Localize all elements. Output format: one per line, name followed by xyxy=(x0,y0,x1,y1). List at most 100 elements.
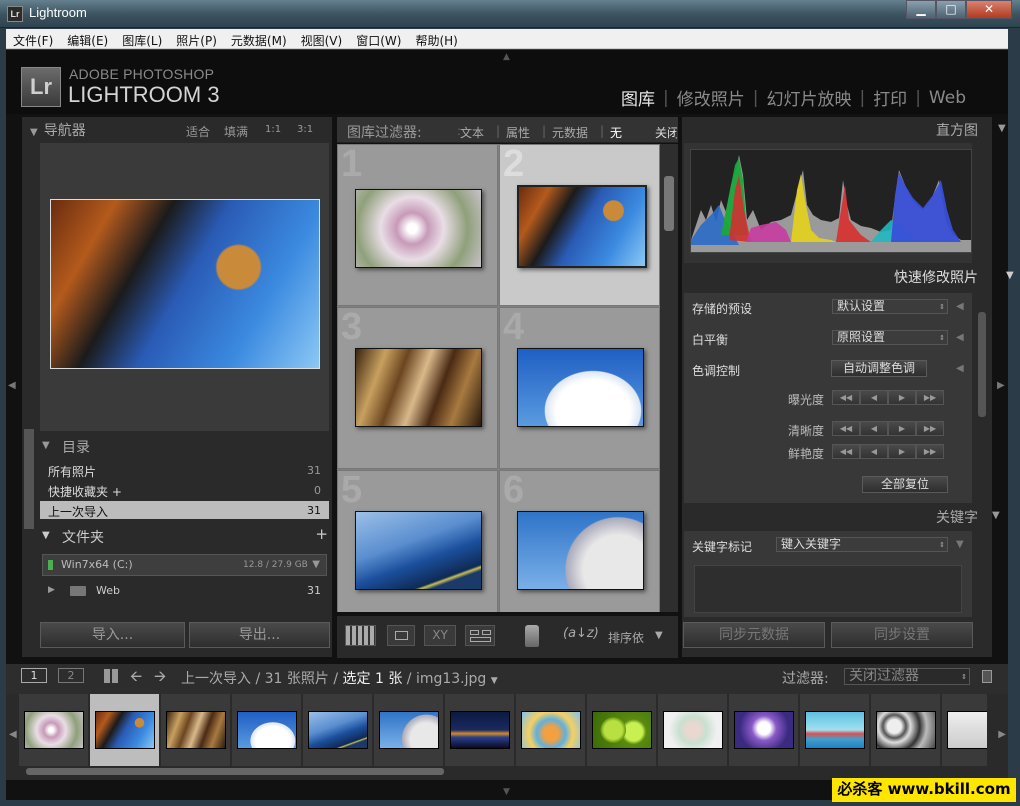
stepper-down[interactable]: ◀ xyxy=(860,390,888,405)
quick-develop-header[interactable]: 快速修改照片 ▼ xyxy=(894,267,1014,287)
navigator-preview[interactable] xyxy=(40,143,329,431)
catalog-header[interactable]: ▼ 目录 xyxy=(38,435,332,457)
filmstrip-thumb[interactable] xyxy=(19,694,89,766)
saved-preset-select[interactable]: 默认设置 ⇕ xyxy=(832,299,948,314)
menu-window[interactable]: 窗口(W) xyxy=(349,29,408,48)
reset-all-button[interactable]: 全部复位 xyxy=(862,476,948,493)
grid-cell[interactable]: 3 xyxy=(337,306,498,469)
chevron-down-icon[interactable]: ▼ xyxy=(491,676,498,686)
filmstrip-thumb[interactable] xyxy=(516,694,586,766)
filmstrip-thumb[interactable] xyxy=(161,694,231,766)
menu-file[interactable]: 文件(F) xyxy=(6,29,60,48)
vibrance-stepper[interactable]: ◀◀ ◀ ▶ ▶▶ xyxy=(832,444,944,459)
menu-photo[interactable]: 照片(P) xyxy=(169,29,224,48)
filmstrip-thumb[interactable] xyxy=(303,694,373,766)
menu-help[interactable]: 帮助(H) xyxy=(408,29,464,48)
stepper-up[interactable]: ▶ xyxy=(888,444,916,459)
right-scrollbar[interactable] xyxy=(978,312,986,417)
volume-bar[interactable]: Win7x64 (C:) 12.8 / 27.9 GB ▼ xyxy=(42,554,327,576)
expand-icon[interactable]: ◀ xyxy=(956,301,964,312)
keyword-tags-select[interactable]: 键入关键字 ⇕ xyxy=(776,537,948,552)
left-panel-toggle-icon[interactable]: ◀ xyxy=(8,380,16,391)
filter-select[interactable]: 关闭过滤器 ⇕ xyxy=(844,668,970,685)
stepper-large-down[interactable]: ◀◀ xyxy=(832,444,860,459)
stepper-down[interactable]: ◀ xyxy=(860,421,888,436)
grid-scrollbar[interactable] xyxy=(660,144,678,612)
stepper-down[interactable]: ◀ xyxy=(860,444,888,459)
clarity-stepper[interactable]: ◀◀ ◀ ▶ ▶▶ xyxy=(832,421,944,436)
forward-arrow-icon[interactable]: 🡪 xyxy=(154,666,166,691)
grid-cell[interactable]: 5 xyxy=(337,469,498,612)
export-button[interactable]: 导出... xyxy=(189,622,330,648)
catalog-item[interactable]: 快捷收藏夹 + 0 xyxy=(40,481,329,499)
nav-fill[interactable]: 填满 xyxy=(224,123,248,140)
expand-icon[interactable]: ▶ xyxy=(48,585,55,595)
stepper-large-up[interactable]: ▶▶ xyxy=(916,421,944,436)
filter-metadata[interactable]: 元数据 xyxy=(552,124,588,141)
left-scrollbar[interactable] xyxy=(24,429,34,529)
filter-lock-icon[interactable] xyxy=(982,670,992,683)
exposure-stepper[interactable]: ◀◀ ◀ ▶ ▶▶ xyxy=(832,390,944,405)
stepper-large-up[interactable]: ▶▶ xyxy=(916,444,944,459)
expand-icon[interactable]: ◀ xyxy=(956,363,964,374)
keywords-header[interactable]: 关键字 ▼ xyxy=(936,507,1000,527)
filmstrip-thumb[interactable] xyxy=(729,694,799,766)
folder-item[interactable]: ▶ Web 31 xyxy=(40,582,329,600)
sync-metadata-button[interactable]: 同步元数据 xyxy=(683,622,825,648)
menu-edit[interactable]: 编辑(E) xyxy=(60,29,115,48)
filmstrip-thumb[interactable] xyxy=(374,694,444,766)
grid-icon[interactable] xyxy=(104,669,118,683)
sync-settings-button[interactable]: 同步设置 xyxy=(831,622,973,648)
expand-icon[interactable]: ◀ xyxy=(956,332,964,343)
grid-cell-selected[interactable]: 2 xyxy=(499,144,660,306)
nav-3to1[interactable]: 3:1 xyxy=(297,124,313,135)
top-panel-toggle-icon[interactable]: ▲ xyxy=(503,52,510,62)
bottom-panel-toggle-icon[interactable]: ▼ xyxy=(503,787,510,797)
filter-none[interactable]: 无 xyxy=(610,124,622,141)
survey-view-icon[interactable] xyxy=(465,625,495,646)
filter-close[interactable]: 关闭 xyxy=(655,124,677,141)
filter-attribute[interactable]: 属性 xyxy=(506,124,530,141)
navigator-header[interactable]: ▼ 导航器 适合 填满 1:1 3:1 xyxy=(30,120,325,142)
sort-direction-icon[interactable]: (a↓z) xyxy=(563,626,599,641)
catalog-item-selected[interactable]: 上一次导入 31 xyxy=(40,501,329,519)
right-panel-toggle-icon[interactable]: ▶ xyxy=(997,380,1005,391)
stepper-large-down[interactable]: ◀◀ xyxy=(832,421,860,436)
compare-view-icon[interactable]: XY xyxy=(424,625,456,646)
close-button[interactable]: ✕ xyxy=(966,0,1012,19)
back-arrow-icon[interactable]: 🡨 xyxy=(130,666,142,691)
minimize-button[interactable]: ▁ xyxy=(906,0,936,19)
filmstrip-right-icon[interactable]: ▶ xyxy=(998,729,1006,740)
filmstrip-thumb[interactable] xyxy=(587,694,657,766)
histogram-header[interactable]: 直方图 ▼ xyxy=(936,120,1006,140)
grid-cell[interactable]: 6 xyxy=(499,469,660,612)
module-web[interactable]: Web xyxy=(923,88,972,108)
title-bar[interactable]: Lr Lightroom ▁ □ ✕ xyxy=(0,0,1020,28)
stepper-up[interactable]: ▶ xyxy=(888,421,916,436)
add-folder-icon[interactable]: + xyxy=(315,525,328,543)
grid-cell[interactable]: 4 xyxy=(499,306,660,469)
keywords-textarea[interactable] xyxy=(694,565,962,613)
stepper-large-up[interactable]: ▶▶ xyxy=(916,390,944,405)
filter-text[interactable]: 文本 xyxy=(460,124,484,141)
module-slideshow[interactable]: 幻灯片放映 xyxy=(760,85,857,110)
menu-library[interactable]: 图库(L) xyxy=(115,29,169,48)
module-print[interactable]: 打印 xyxy=(867,85,913,110)
filmstrip-thumb[interactable] xyxy=(942,694,987,766)
grid-scrollbar-thumb[interactable] xyxy=(664,176,674,231)
sort-label[interactable]: 排序依 xyxy=(608,629,645,646)
window-1-button[interactable]: 1 xyxy=(21,668,47,683)
filmstrip-left-icon[interactable]: ◀ xyxy=(9,729,17,740)
filmstrip-thumb[interactable] xyxy=(800,694,870,766)
filmstrip-source[interactable]: 上一次导入 / 31 张照片 / 选定 1 张 / img13.jpg ▼ xyxy=(181,668,498,688)
loupe-view-icon[interactable] xyxy=(387,625,415,646)
white-balance-select[interactable]: 原照设置 ⇕ xyxy=(832,330,948,345)
painter-icon[interactable] xyxy=(525,625,539,647)
module-develop[interactable]: 修改照片 xyxy=(671,85,751,110)
filmstrip-thumb[interactable] xyxy=(232,694,302,766)
grid-cell[interactable]: 1 xyxy=(337,144,498,306)
filmstrip-scrollbar[interactable] xyxy=(26,768,444,775)
chevron-down-icon[interactable]: ▼ xyxy=(956,539,964,550)
folders-header[interactable]: ▼ 文件夹 + xyxy=(38,525,332,547)
filmstrip-thumb[interactable] xyxy=(445,694,515,766)
